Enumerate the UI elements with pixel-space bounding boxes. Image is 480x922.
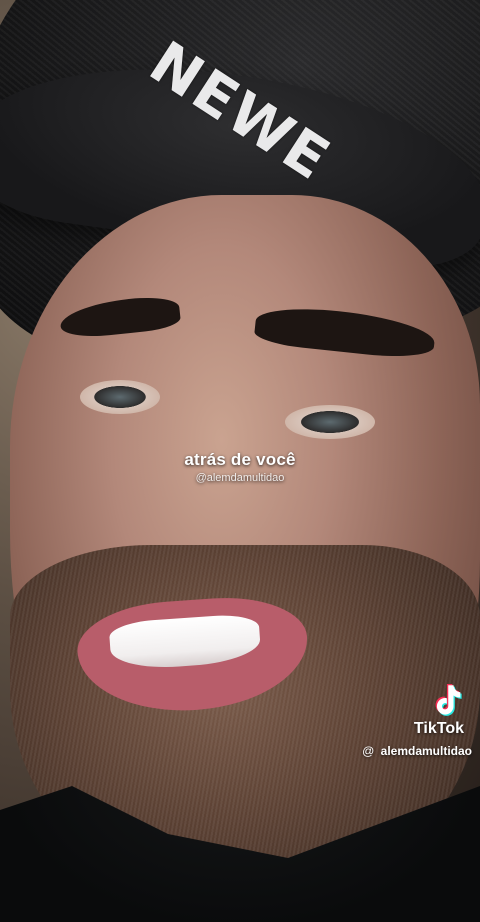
caption-handle: @alemdamultidao xyxy=(195,472,285,484)
left-eye xyxy=(80,380,160,414)
video-frame[interactable]: NEWE atrás de você @alemdamultidao TikTo… xyxy=(0,0,480,922)
tiktok-logo-icon xyxy=(435,683,462,716)
video-caption: atrás de você @alemdamultidao xyxy=(0,450,480,484)
at-symbol-icon: @ xyxy=(362,744,375,758)
tiktok-username-text: alemdamultidao xyxy=(380,744,472,758)
tiktok-username: @ alemdamultidao xyxy=(342,744,472,758)
tiktok-watermark: TikTok @ alemdamultidao xyxy=(342,680,472,758)
right-eye xyxy=(285,405,375,439)
caption-title: atrás de você xyxy=(184,450,296,469)
tiktok-brand-label: TikTok xyxy=(413,720,464,737)
